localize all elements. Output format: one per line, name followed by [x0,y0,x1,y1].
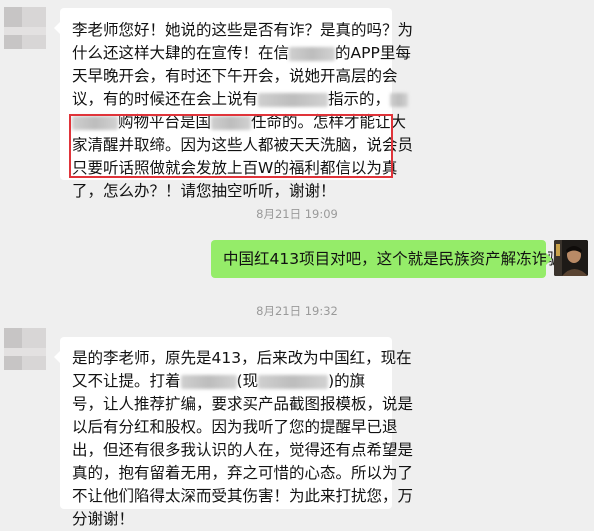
outgoing-message[interactable]: 中国红413项目对吧，这个就是民族资产解冻诈骗 [211,240,563,278]
avatar-shape [4,348,46,356]
message-line: 了，怎么办？！请您抽空听听，谢谢！ [72,182,336,200]
incoming-message[interactable]: 是的李老师，原先是413，后来改为中国红，现在 又不让提。打着 (现)的旗 号，让… [54,337,414,528]
redacted-text [289,46,336,61]
bubble-tail [54,351,60,363]
portrait-icon [554,240,588,276]
user-avatar[interactable] [554,240,588,276]
redacted-text [211,115,252,130]
message-line: 出，但还有很多我认识的人在，觉得还有点希望是 [72,441,414,459]
message-line: 真的，抱有留着无用，弃之可惜的心态。所以为了 [72,464,414,482]
message-line: 号，让人推荐扩编，要求买产品截图报模板，说是 [72,395,414,413]
message-line: 购物平台是国 任命的。怎样才能让大 [72,111,406,134]
message-line: 议，有的时候还在会上说有 指示的， [72,88,409,111]
redacted-text [180,374,237,389]
redacted-text [390,92,409,107]
message-timestamp: 8月21日 19:09 [256,207,338,221]
message-line: 天早晚开会，有时还下午开会，说她开高层的会 [72,67,398,85]
redacted-text [72,115,118,130]
message-line: 又不让提。打着 (现)的旗 [72,372,366,390]
avatar-shape [4,27,46,35]
message-line: 以后有分红和股权。因为我听了您的提醒早已退 [72,418,398,436]
message-line: 只要听话照做就会发放上百W的福利都信以为真 [72,159,398,177]
message-line: 李老师您好！她说的这些是否有诈？是真的吗？为 [72,21,414,39]
redacted-text [258,374,329,389]
contact-avatar[interactable] [4,7,46,49]
message-line: 不让他们陷得太深而受其伤害！为此来打扰您，万 [72,487,414,505]
bubble-tail [546,253,552,265]
message-timestamp: 8月21日 19:32 [256,304,338,318]
message-line: 是的李老师，原先是413，后来改为中国红，现在 [72,349,412,367]
contact-avatar[interactable] [4,328,46,370]
message-line: 什么还这样大肆的在宣传！在信 的APP里每 [72,44,411,62]
incoming-message[interactable]: 李老师您好！她说的这些是否有诈？是真的吗？为 什么还这样大肆的在宣传！在信 的AP… [54,8,414,200]
redacted-text [258,92,329,107]
message-line: 家清醒并取缔。因为这些人都被天天洗脑，说会员 [72,136,414,154]
bubble-tail [54,22,60,34]
message-line: 分谢谢！ [72,510,135,528]
